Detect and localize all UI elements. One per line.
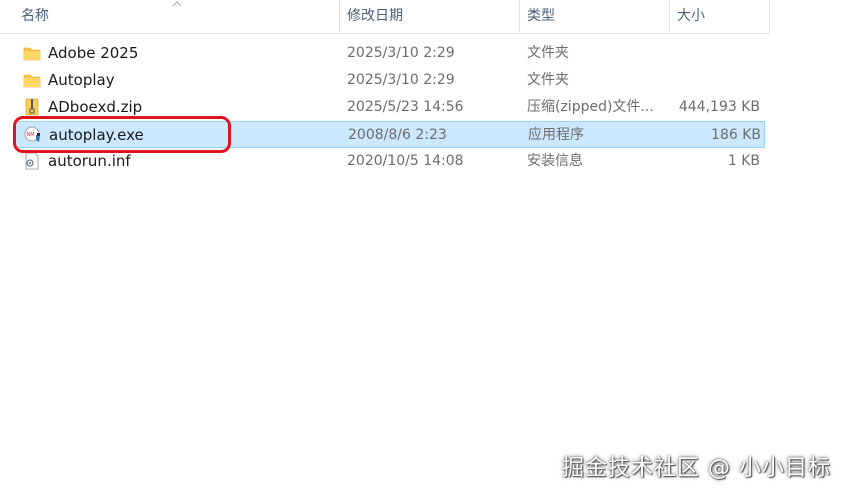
file-size: [669, 67, 760, 94]
column-header-date[interactable]: 修改日期: [340, 0, 520, 33]
file-row-autoplay-folder[interactable]: Autoplay 2025/3/10 2:29 文件夹: [14, 67, 765, 94]
column-header-type[interactable]: 类型: [520, 0, 670, 33]
file-date: 2025/3/10 2:29: [347, 72, 455, 88]
file-row-adobe-2025[interactable]: Adobe 2025 2025/3/10 2:29 文件夹: [14, 40, 765, 67]
file-size: 1 KB: [727, 153, 760, 169]
watermark: 掘金技术社区 @ 小小目标: [562, 456, 831, 481]
file-date: 2025/3/10 2:29: [347, 45, 455, 61]
file-name: Adobe 2025: [48, 44, 139, 62]
file-date: 2008/8/6 2:23: [348, 127, 447, 143]
file-type: 应用程序: [528, 127, 584, 143]
file-size: 444,193 KB: [678, 99, 760, 115]
file-type: 文件夹: [527, 72, 569, 88]
file-date: 2020/10/5 14:08: [347, 153, 464, 169]
zip-icon: [25, 98, 39, 116]
file-type: 压缩(zipped)文件...: [527, 99, 654, 115]
folder-icon: [23, 47, 41, 61]
file-size: [669, 40, 760, 67]
column-header-name[interactable]: 名称: [14, 0, 340, 33]
inf-icon: [25, 152, 39, 170]
column-header-size[interactable]: 大小: [670, 0, 770, 33]
file-size: 186 KB: [711, 127, 761, 143]
file-name: Autoplay: [48, 71, 115, 89]
folder-icon: [23, 74, 41, 88]
file-type: 安装信息: [527, 153, 583, 169]
file-date: 2025/5/23 14:56: [347, 99, 464, 115]
file-type: 文件夹: [527, 45, 569, 61]
red-highlight-annotation: [13, 116, 231, 153]
column-header-bar: 名称 修改日期 类型 大小: [0, 0, 770, 34]
